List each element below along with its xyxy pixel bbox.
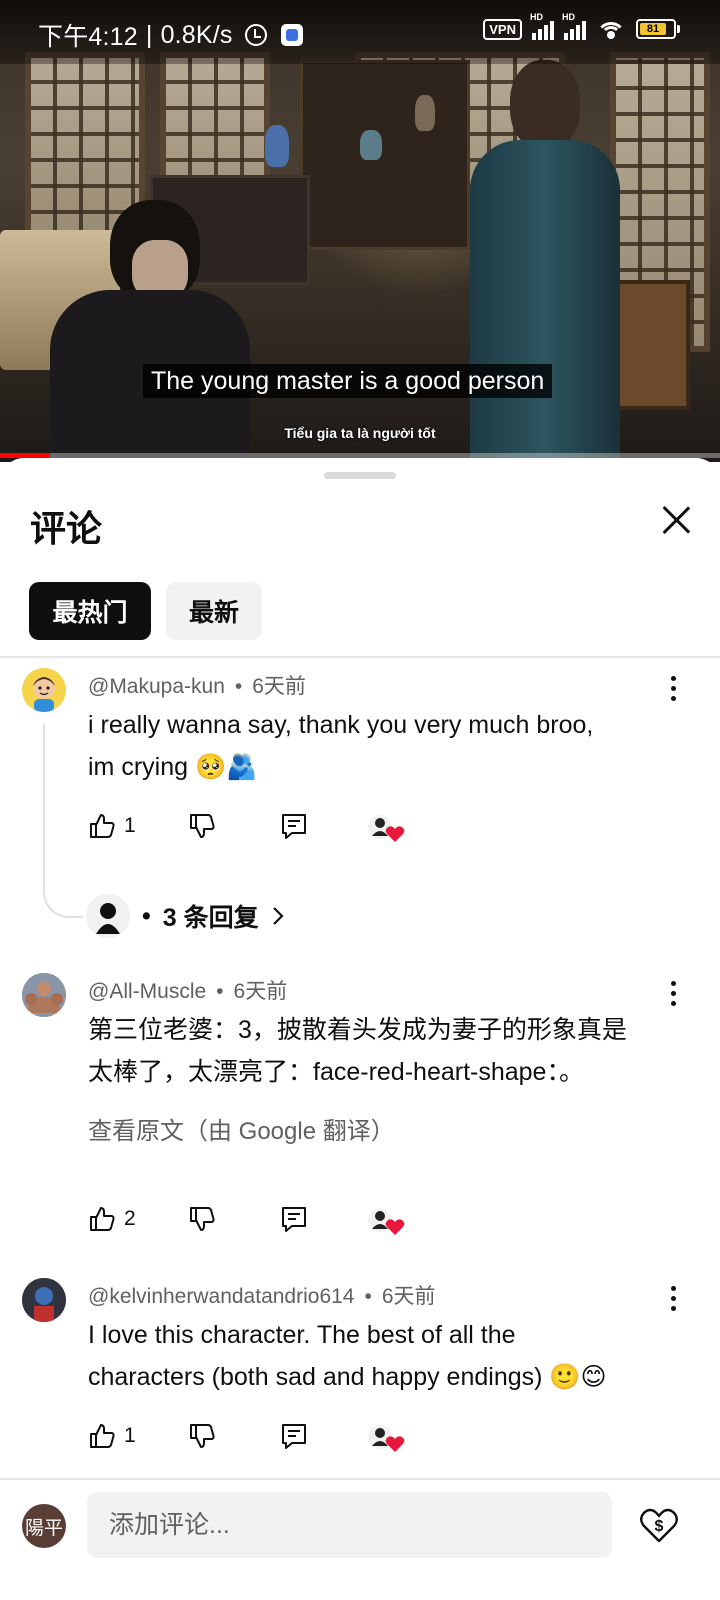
reply-icon [282,1207,306,1232]
clock: 下午4:12 [38,23,138,51]
comment-text: I love this character. The best of all t… [88,1321,607,1391]
background-vase [360,130,382,160]
background-shelf [300,60,470,250]
divider [0,656,720,658]
net-speed: 0.8K/s [160,20,233,49]
signal-icon: HD [530,12,554,40]
comments-sheet: 评论 最热门 最新 @Makupa-kun • 6天前 i really wanna… [0,458,720,1600]
reply-button[interactable] [280,812,308,840]
dislike-button[interactable] [188,812,216,840]
reply-button[interactable] [280,1205,308,1233]
like-count: 2 [124,1207,136,1230]
thread-line [43,724,83,918]
signal-icon: HD [562,12,586,40]
svg-text:$: $ [655,1518,664,1535]
figure-standing [470,60,620,460]
figure-kneeling [50,200,250,462]
subtitle-english: The young master is a good person [143,364,553,398]
see-original-link[interactable]: 查看原文（由 Google 翻译） [88,1111,395,1146]
comment-time: 6天前 [252,675,306,698]
creator-heart-icon [366,812,406,844]
like-button[interactable]: 2 [88,1205,136,1233]
background-vase [415,95,435,131]
avatar[interactable] [22,973,66,1017]
dislike-button[interactable] [188,1422,216,1450]
like-count: 1 [124,814,136,837]
view-replies-button[interactable]: • 3 条回复 [86,894,285,938]
reply-avatar [86,894,130,938]
thumbs-down-icon [190,814,215,838]
drag-handle[interactable] [324,472,396,479]
like-button[interactable]: 1 [88,812,136,840]
comment-author[interactable]: @kelvinherwandatandrio614 [88,1285,355,1308]
thumbs-up-icon [90,814,115,838]
alarm-icon [244,24,267,46]
close-icon[interactable] [654,498,698,542]
separator: | [145,20,153,49]
avatar[interactable] [22,668,66,712]
comment-text: 第三位老婆：3，披散着头发成为妻子的形象真是 太棒了，太漂亮了：face-red… [88,1016,627,1086]
comment-time: 6天前 [233,980,288,1003]
comment-author[interactable]: @Makupa-kun [88,675,225,698]
comment-author[interactable]: @All-Muscle [88,980,206,1003]
status-bar: 下午4:12 | 0.8K/s VPN HD HD 81 [0,0,720,64]
tab-top-comments[interactable]: 最热门 [29,582,151,640]
vpn-badge: VPN [483,18,522,40]
subtitle-vietnamese: Tiểu gia ta là người tốt [284,425,436,441]
comment-time: 6天前 [381,1285,436,1308]
like-count: 1 [124,1424,136,1447]
reply-button[interactable] [280,1422,308,1450]
more-vert-icon[interactable] [668,981,678,1011]
my-avatar[interactable]: 陽平 [22,1504,66,1548]
battery-level: 81 [640,23,666,35]
creator-heart-icon [366,1422,406,1454]
battery-icon: 81 [636,19,680,39]
comment-text: i really wanna say, thank you very much … [88,711,594,781]
app-notification-icon [280,24,303,46]
add-comment-input[interactable] [87,1492,612,1558]
thumbs-down-icon [190,1424,215,1448]
background-vase [265,125,289,167]
avatar[interactable] [22,1278,66,1322]
divider [0,1478,720,1480]
tab-newest[interactable]: 最新 [166,582,262,640]
wifi-icon [596,18,626,40]
reply-icon [282,814,306,839]
chevron-right-icon [272,907,284,925]
thanks-heart-dollar-icon[interactable]: $ [639,1505,679,1545]
reply-icon [282,1424,306,1449]
creator-heart-icon [366,1205,406,1237]
more-vert-icon[interactable] [668,676,678,706]
like-button[interactable]: 1 [88,1422,136,1450]
thumbs-up-icon [90,1207,115,1231]
dislike-button[interactable] [188,1205,216,1233]
thumbs-down-icon [190,1207,215,1231]
thumbs-up-icon [90,1424,115,1448]
video-player[interactable]: The young master is a good person Tiểu g… [0,0,720,462]
replies-count: 3 条回复 [162,904,259,932]
more-vert-icon[interactable] [668,1286,678,1316]
sheet-title: 评论 [30,508,103,549]
